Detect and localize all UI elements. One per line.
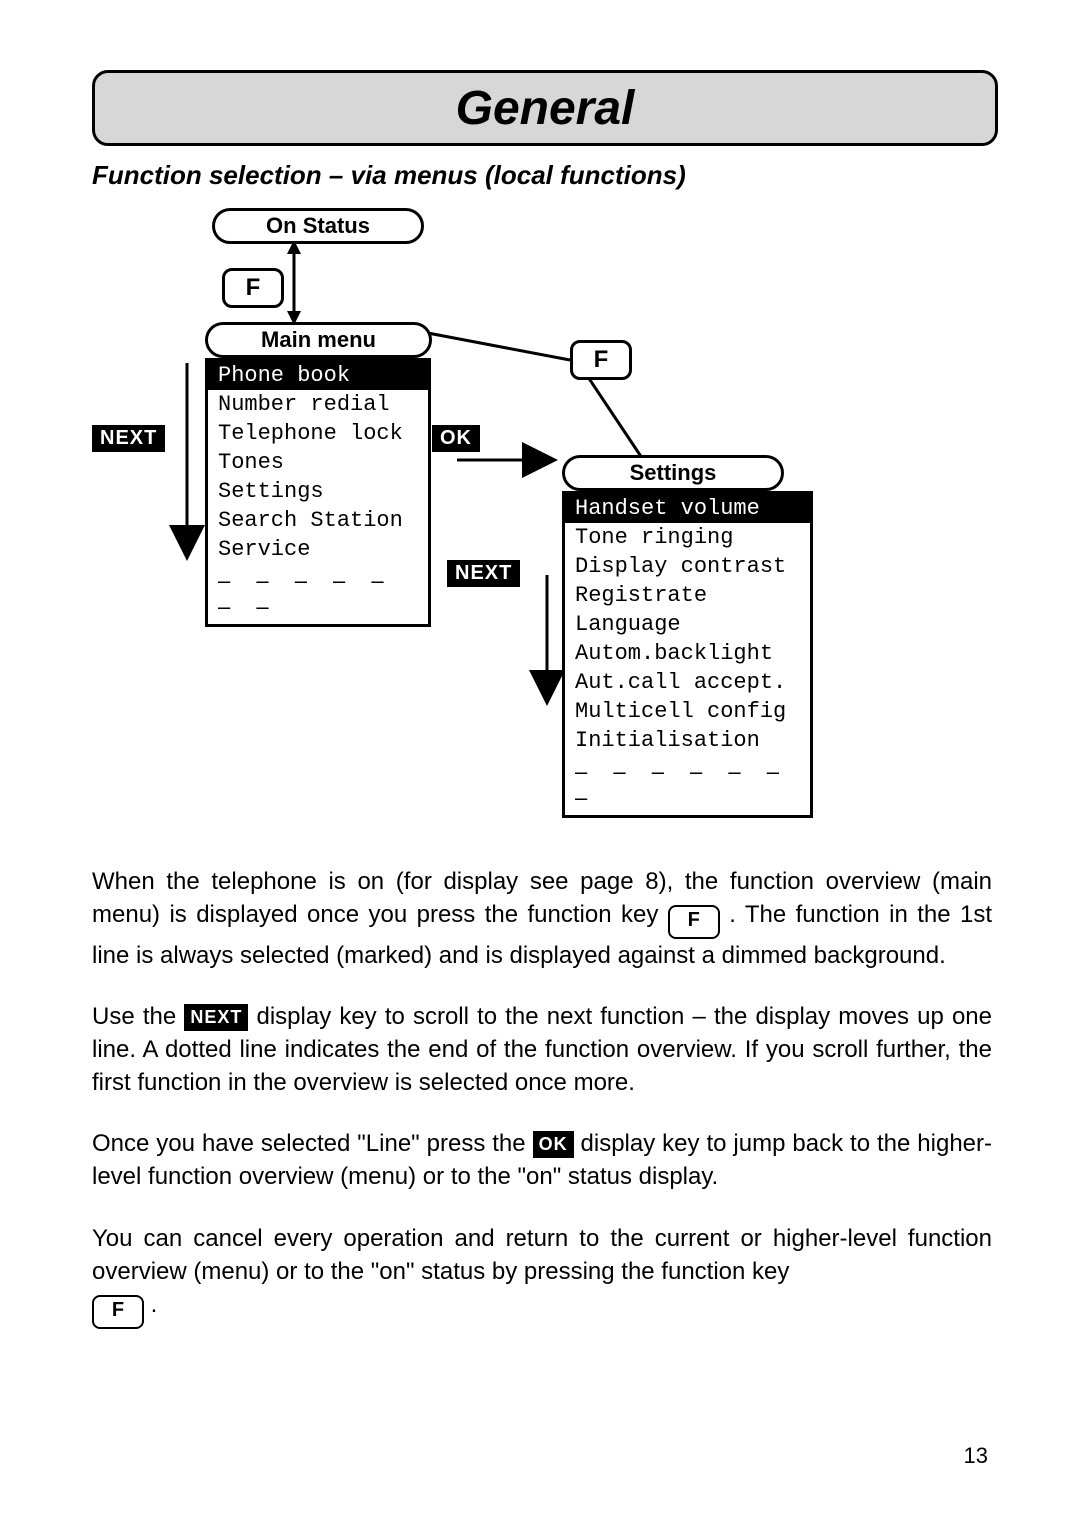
settings-label: Settings [630, 460, 717, 486]
settings-item[interactable]: Multicell config [565, 697, 810, 726]
main-menu-item[interactable]: Settings [208, 477, 428, 506]
main-menu-item[interactable]: Search Station [208, 506, 428, 535]
body-text: When the telephone is on (for display se… [92, 865, 992, 1357]
settings-item[interactable]: Tone ringing [565, 523, 810, 552]
main-menu-item[interactable]: Service [208, 535, 428, 564]
menu-end-dots: – – – – – – – [208, 564, 428, 624]
settings-pill: Settings [562, 455, 784, 491]
next-key-right[interactable]: NEXT [447, 560, 520, 587]
banner-title: General [456, 81, 635, 136]
settings-item[interactable]: Display contrast [565, 552, 810, 581]
main-menu-item[interactable]: Telephone lock [208, 419, 428, 448]
settings-item[interactable]: Handset volume [565, 494, 810, 523]
main-menu-item[interactable]: Tones [208, 448, 428, 477]
main-menu-list: Phone bookNumber redialTelephone lockTon… [205, 358, 431, 627]
main-menu-item[interactable]: Phone book [208, 361, 428, 390]
banner: General [92, 70, 998, 146]
settings-item[interactable]: Aut.call accept. [565, 668, 810, 697]
settings-item[interactable]: Autom.backlight [565, 639, 810, 668]
on-status-pill: On Status [212, 208, 424, 244]
f-key-right[interactable]: F [570, 340, 632, 380]
f-key-top[interactable]: F [222, 268, 284, 308]
main-menu-item[interactable]: Number redial [208, 390, 428, 419]
inline-f-key-icon-2: F [92, 1295, 144, 1329]
menu-end-dots: – – – – – – – [565, 755, 810, 815]
section-title: Function selection – via menus (local fu… [92, 160, 686, 191]
ok-key[interactable]: OK [432, 425, 480, 452]
inline-ok-key-icon: OK [533, 1131, 574, 1158]
main-menu-pill: Main menu [205, 322, 432, 358]
paragraph-4: You can cancel every operation and retur… [92, 1222, 992, 1329]
settings-item[interactable]: Registrate [565, 581, 810, 610]
inline-next-key-icon: NEXT [184, 1004, 248, 1031]
paragraph-1: When the telephone is on (for display se… [92, 865, 992, 972]
inline-f-key-icon: F [668, 905, 720, 939]
page-number: 13 [964, 1443, 988, 1469]
paragraph-3: Once you have selected "Line" press the … [92, 1127, 992, 1193]
settings-item[interactable]: Initialisation [565, 726, 810, 755]
settings-list: Handset volumeTone ringingDisplay contra… [562, 491, 813, 818]
paragraph-2: Use the NEXT display key to scroll to th… [92, 1000, 992, 1099]
main-menu-label: Main menu [261, 327, 376, 353]
settings-item[interactable]: Language [565, 610, 810, 639]
menu-diagram: On Status F Main menu Phone bookNumber r… [92, 200, 992, 830]
on-status-label: On Status [266, 213, 370, 239]
next-key-left[interactable]: NEXT [92, 425, 165, 452]
